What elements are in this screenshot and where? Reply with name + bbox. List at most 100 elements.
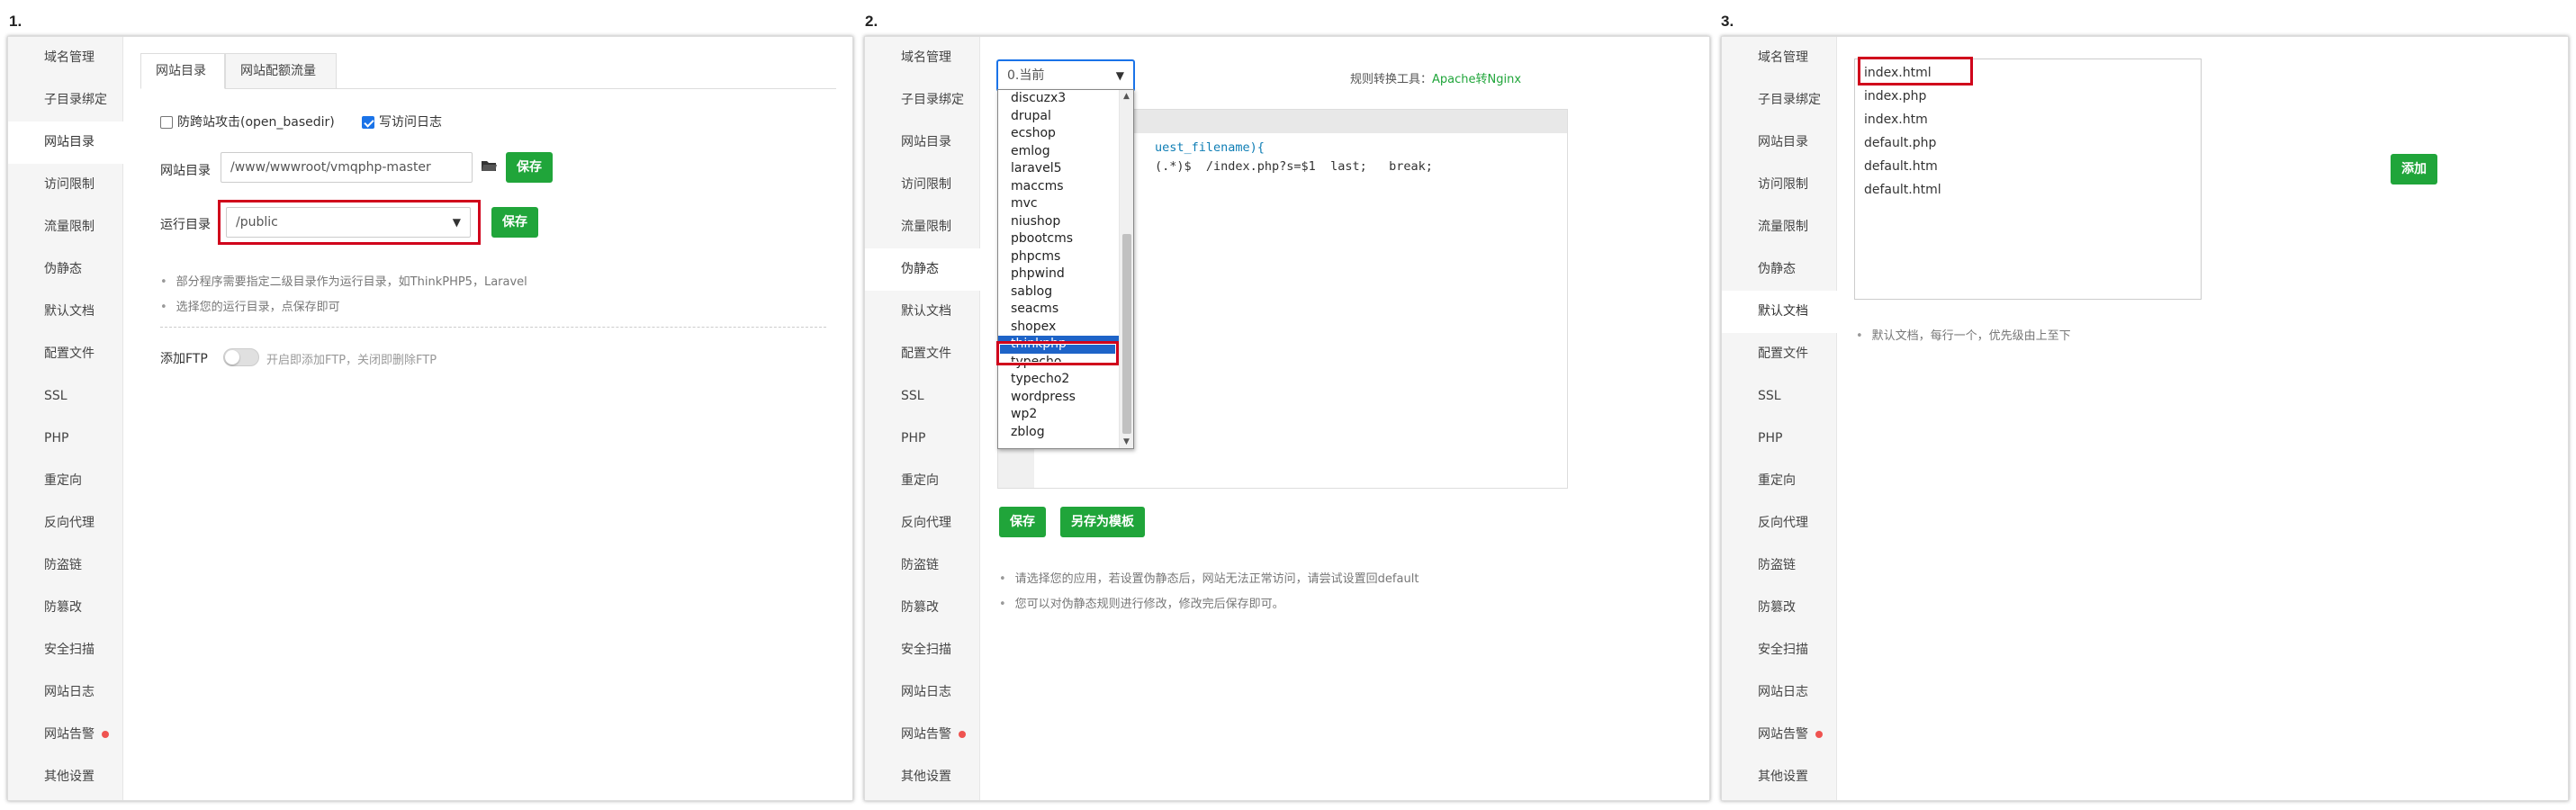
- dropdown-option-zblog[interactable]: zblog: [998, 424, 1133, 442]
- sidebar-item-config[interactable]: 配置文件: [8, 333, 122, 375]
- sidebar-item-scan[interactable]: 安全扫描: [1722, 629, 1836, 671]
- dropdown-scrollbar[interactable]: ▲ ▼: [1119, 90, 1133, 448]
- scroll-thumb[interactable]: [1122, 234, 1131, 434]
- dropdown-option-maccms[interactable]: maccms: [998, 178, 1133, 196]
- site-dir-input[interactable]: /www/wwwroot/vmqphp-master: [221, 152, 473, 183]
- sidebar-item-tamper[interactable]: 防篡改: [1722, 587, 1836, 629]
- sidebar-item-traffic[interactable]: 流量限制: [865, 206, 979, 248]
- sidebar-item-ssl[interactable]: SSL: [865, 375, 979, 418]
- sidebar-item-hotlink[interactable]: 防盗链: [1722, 544, 1836, 587]
- sidebar-item-alert[interactable]: 网站告警: [1722, 714, 1836, 756]
- sidebar-item-site-dir[interactable]: 网站目录: [1722, 122, 1836, 164]
- default-doc-item[interactable]: index.php: [1855, 85, 2201, 108]
- sidebar-item-scan[interactable]: 安全扫描: [865, 629, 979, 671]
- sidebar-item-domain[interactable]: 域名管理: [865, 37, 979, 79]
- apache-to-nginx-link[interactable]: Apache转Nginx: [1432, 73, 1521, 86]
- dropdown-option-typecho2[interactable]: typecho2: [998, 371, 1133, 389]
- dropdown-option-phpcms[interactable]: phpcms: [998, 248, 1133, 266]
- dropdown-option-laravel5[interactable]: laravel5: [998, 160, 1133, 178]
- dropdown-option-wp2[interactable]: wp2: [998, 406, 1133, 424]
- rewrite-template-select[interactable]: 0.当前 ▼: [997, 60, 1134, 91]
- sidebar-item-rewrite[interactable]: 伪静态: [865, 248, 980, 291]
- add-default-doc-button[interactable]: 添加: [2391, 154, 2437, 184]
- sidebar-item-hotlink[interactable]: 防盗链: [8, 544, 122, 587]
- save-rewrite-button[interactable]: 保存: [999, 507, 1046, 537]
- rewrite-template-dropdown[interactable]: discuzx3 drupal ecshop emlog laravel5 maccms m…: [997, 89, 1134, 449]
- sidebar-item-rewrite[interactable]: 伪静态: [1722, 248, 1836, 291]
- sidebar-item-subdir[interactable]: 子目录绑定: [8, 79, 122, 122]
- sidebar-item-php[interactable]: PHP: [8, 418, 122, 460]
- sidebar-item-access[interactable]: 访问限制: [1722, 164, 1836, 206]
- sidebar-item-scan[interactable]: 安全扫描: [8, 629, 122, 671]
- scroll-down-icon[interactable]: ▼: [1123, 437, 1130, 446]
- scroll-up-icon[interactable]: ▲: [1123, 92, 1130, 101]
- sidebar-item-default-doc[interactable]: 默认文档: [865, 291, 979, 333]
- dropdown-option-pbootcms[interactable]: pbootcms: [998, 230, 1133, 248]
- ftp-toggle[interactable]: [223, 348, 259, 366]
- sidebar-item-other[interactable]: 其他设置: [865, 756, 979, 798]
- dropdown-option-emlog[interactable]: emlog: [998, 143, 1133, 161]
- sidebar-item-ssl[interactable]: SSL: [1722, 375, 1836, 418]
- sidebar-item-default-doc[interactable]: 默认文档: [1722, 291, 1837, 333]
- sidebar-item-redirect[interactable]: 重定向: [865, 460, 979, 502]
- sidebar-item-subdir[interactable]: 子目录绑定: [865, 79, 979, 122]
- sidebar-item-traffic[interactable]: 流量限制: [1722, 206, 1836, 248]
- sidebar-item-domain[interactable]: 域名管理: [1722, 37, 1836, 79]
- default-doc-item[interactable]: default.htm: [1855, 155, 2201, 178]
- dropdown-option-wordpress[interactable]: wordpress: [998, 389, 1133, 407]
- sidebar-item-other[interactable]: 其他设置: [8, 756, 122, 798]
- sidebar-item-traffic[interactable]: 流量限制: [8, 206, 122, 248]
- sidebar-item-proxy[interactable]: 反向代理: [865, 502, 979, 544]
- write-log-option[interactable]: 写访问日志: [362, 112, 442, 130]
- sidebar-item-proxy[interactable]: 反向代理: [8, 502, 122, 544]
- default-doc-item[interactable]: default.php: [1855, 131, 2201, 155]
- dropdown-option-discuzx3[interactable]: discuzx3: [998, 90, 1133, 108]
- sidebar-item-php[interactable]: PHP: [1722, 418, 1836, 460]
- sidebar-item-tamper[interactable]: 防篡改: [8, 587, 122, 629]
- dropdown-option-phpwind[interactable]: phpwind: [998, 266, 1133, 284]
- sidebar-item-alert[interactable]: 网站告警: [8, 714, 122, 756]
- sidebar-item-domain[interactable]: 域名管理: [8, 37, 122, 79]
- sidebar-item-logs[interactable]: 网站日志: [1722, 671, 1836, 714]
- sidebar-item-ssl[interactable]: SSL: [8, 375, 122, 418]
- sidebar-item-php[interactable]: PHP: [865, 418, 979, 460]
- dropdown-option-drupal[interactable]: drupal: [998, 108, 1133, 126]
- sidebar-item-rewrite[interactable]: 伪静态: [8, 248, 122, 291]
- save-as-template-button[interactable]: 另存为模板: [1060, 507, 1145, 537]
- sidebar-item-site-dir[interactable]: 网站目录: [865, 122, 979, 164]
- anti-xss-checkbox[interactable]: [160, 116, 173, 129]
- dropdown-option-mvc[interactable]: mvc: [998, 195, 1133, 213]
- sidebar-item-subdir[interactable]: 子目录绑定: [1722, 79, 1836, 122]
- dropdown-option-seacms[interactable]: seacms: [998, 301, 1133, 319]
- dropdown-option-ecshop[interactable]: ecshop: [998, 125, 1133, 143]
- sidebar-item-config[interactable]: 配置文件: [1722, 333, 1836, 375]
- save-run-dir-button[interactable]: 保存: [491, 207, 538, 238]
- sidebar-item-tamper[interactable]: 防篡改: [865, 587, 979, 629]
- dropdown-option-shopex[interactable]: shopex: [998, 319, 1133, 337]
- sidebar-item-logs[interactable]: 网站日志: [8, 671, 122, 714]
- sidebar-item-access[interactable]: 访问限制: [8, 164, 122, 206]
- sidebar-item-site-dir[interactable]: 网站目录: [8, 122, 123, 164]
- sidebar-item-default-doc[interactable]: 默认文档: [8, 291, 122, 333]
- dropdown-option-niushop[interactable]: niushop: [998, 213, 1133, 231]
- step-number-3: 3.: [1721, 13, 1734, 30]
- write-log-checkbox[interactable]: [362, 116, 374, 129]
- save-site-dir-button[interactable]: 保存: [506, 152, 553, 183]
- dropdown-option-sablog[interactable]: sablog: [998, 284, 1133, 302]
- sidebar-item-logs[interactable]: 网站日志: [865, 671, 979, 714]
- default-doc-item[interactable]: default.html: [1855, 178, 2201, 202]
- sidebar-item-alert[interactable]: 网站告警: [865, 714, 979, 756]
- anti-xss-option[interactable]: 防跨站攻击(open_basedir): [160, 112, 335, 130]
- default-doc-item[interactable]: index.htm: [1855, 108, 2201, 131]
- sidebar-item-hotlink[interactable]: 防盗链: [865, 544, 979, 587]
- sidebar-item-proxy[interactable]: 反向代理: [1722, 502, 1836, 544]
- sidebar-item-other[interactable]: 其他设置: [1722, 756, 1836, 798]
- sidebar-item-redirect[interactable]: 重定向: [1722, 460, 1836, 502]
- tab-quota-traffic[interactable]: 网站配额流量: [225, 53, 337, 89]
- sidebar-item-access[interactable]: 访问限制: [865, 164, 979, 206]
- default-docs-textarea[interactable]: index.html index.php index.htm default.php d…: [1854, 58, 2202, 300]
- folder-icon[interactable]: [481, 158, 497, 173]
- sidebar-item-redirect[interactable]: 重定向: [8, 460, 122, 502]
- sidebar-item-config[interactable]: 配置文件: [865, 333, 979, 375]
- tab-site-directory[interactable]: 网站目录: [140, 53, 225, 89]
